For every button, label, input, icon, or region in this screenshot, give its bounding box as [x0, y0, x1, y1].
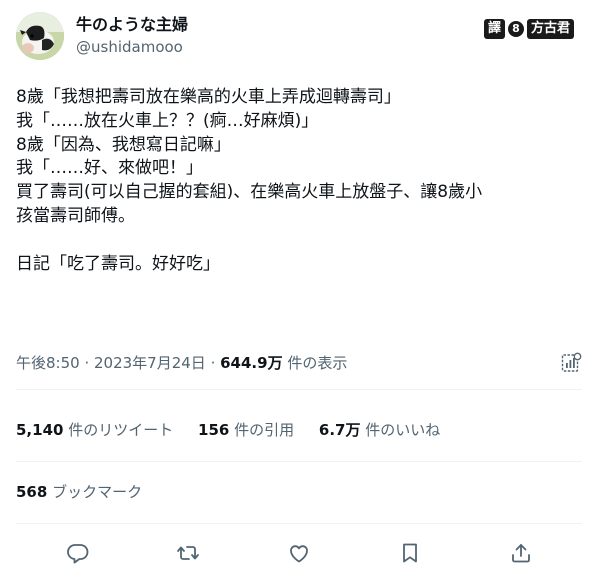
- tweet-line: 8歲「因為、我想寫日記嘛」: [16, 134, 231, 155]
- bookmark-icon: [403, 543, 417, 563]
- author-handle[interactable]: @ushidamooo: [76, 36, 188, 58]
- avatar[interactable]: [16, 12, 64, 60]
- meta-separator: ·: [79, 354, 94, 372]
- divider: [16, 461, 582, 462]
- bookmark-button[interactable]: [398, 541, 422, 565]
- heart-icon: [290, 545, 308, 563]
- divider: [16, 523, 582, 524]
- tweet-line: 買了壽司(可以自己握的套組)、在樂高火車上放盤子、讓8歲小: [16, 182, 483, 203]
- tweet-meta: 午後8:50 · 2023年7月24日 · 644.9万 件の表示: [16, 352, 582, 374]
- quotes-count: 156: [198, 421, 230, 439]
- likes-stat[interactable]: 6.7万 件のいいね: [319, 421, 440, 439]
- likes-count: 6.7万: [318, 421, 361, 439]
- likes-label: 件のいいね: [360, 421, 441, 439]
- bookmarks-stat[interactable]: 568 ブックマーク: [16, 471, 142, 513]
- share-icon: [512, 544, 530, 563]
- author-display-name[interactable]: 牛のような主婦: [76, 14, 188, 36]
- reply-button[interactable]: [66, 541, 90, 565]
- watermark-left: 譯: [483, 19, 505, 39]
- tweet-line: 我「……好、來做吧！」: [16, 158, 203, 179]
- tweet-header: 牛のような主婦 @ushidamooo 譯 8 方古君: [16, 12, 582, 64]
- retweets-stat[interactable]: 5,140 件のリツイート: [16, 421, 173, 439]
- reply-icon: [67, 544, 89, 564]
- action-bar: [0, 537, 598, 569]
- tweet-line: 孩當壽司師傅。: [16, 205, 135, 226]
- tweet-line: 8歲「我想把壽司放在樂高的火車上弄成迴轉壽司」: [16, 87, 401, 107]
- cow-avatar-image: [16, 12, 64, 60]
- retweets-count: 5,140: [16, 421, 64, 439]
- tweet-text: 8歲「我想把壽司放在樂高的火車上弄成迴轉壽司」 我「……放在火車上？？(痾…好麻…: [16, 86, 582, 276]
- tweet-time[interactable]: 午後8:50: [16, 354, 80, 372]
- analytics-icon[interactable]: [560, 352, 582, 374]
- views-label: 件の表示: [282, 354, 348, 372]
- tweet-line: 日記「吃了壽司。好好吃」: [16, 253, 220, 274]
- retweets-label: 件のリツイート: [63, 421, 174, 439]
- like-button[interactable]: [287, 541, 311, 565]
- meta-separator: ·: [205, 354, 221, 372]
- retweet-icon: [177, 546, 199, 560]
- translator-watermark: 譯 8 方古君: [483, 18, 574, 40]
- engagement-stats: 5,140 件のリツイート 156 件の引用 6.7万 件のいいね: [16, 409, 460, 451]
- share-button[interactable]: [509, 541, 533, 565]
- tweet-line: 我「……放在火車上？？(痾…好麻煩)」: [16, 110, 319, 131]
- views-count: 644.9万: [220, 354, 283, 372]
- retweet-button[interactable]: [176, 541, 200, 565]
- bookmarks-count: 568: [16, 483, 48, 501]
- quotes-stat[interactable]: 156 件の引用: [198, 421, 294, 439]
- divider: [16, 389, 582, 390]
- watermark-badge: 8: [507, 21, 524, 37]
- bookmarks-label: ブックマーク: [47, 483, 143, 501]
- tweet-date[interactable]: 2023年7月24日: [94, 354, 206, 372]
- watermark-right: 方古君: [526, 19, 574, 39]
- quotes-label: 件の引用: [229, 421, 295, 439]
